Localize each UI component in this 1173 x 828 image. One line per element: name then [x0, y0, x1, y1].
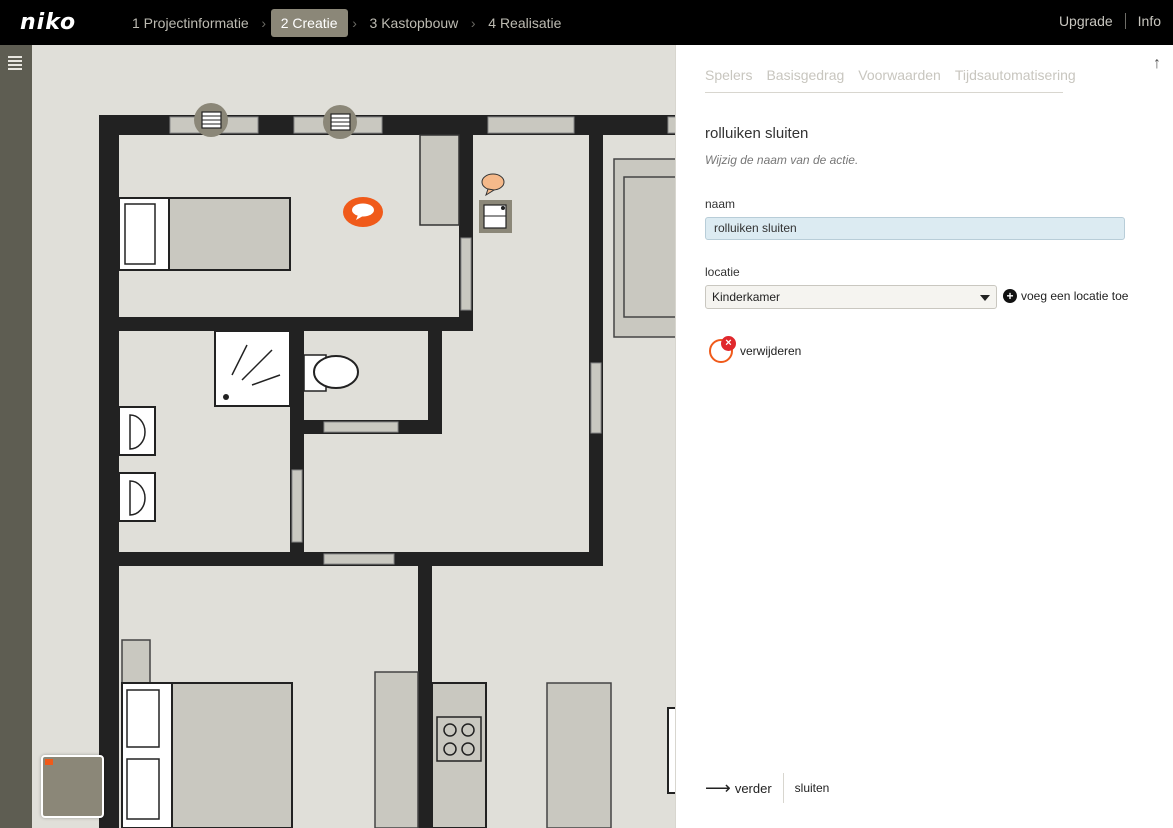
x-badge-icon[interactable]: × — [721, 336, 736, 351]
plus-circle-icon: + — [1003, 289, 1017, 303]
left-toolbar — [0, 45, 32, 828]
step-projectinformatie[interactable]: 1 Projectinformatie — [124, 9, 257, 37]
panel-title: rolluiken sluiten — [705, 125, 809, 142]
tab-spelers[interactable]: Spelers — [705, 67, 752, 83]
speech-bubble-icon[interactable] — [481, 173, 505, 197]
step-realisatie[interactable]: 4 Realisatie — [480, 9, 569, 37]
location-select-value: Kinderkamer — [712, 290, 781, 304]
location-select[interactable]: Kinderkamer — [705, 285, 997, 309]
tablet-icon[interactable] — [479, 200, 512, 233]
panel-tabs: Spelers Basisgedrag Voorwaarden Tijdsaut… — [705, 67, 1076, 93]
upgrade-link[interactable]: Upgrade — [1059, 13, 1113, 29]
chevron-right-icon: › — [470, 15, 476, 31]
location-label: locatie — [705, 265, 740, 279]
minimap-marker — [45, 759, 53, 765]
step-kastopbouw[interactable]: 3 Kastopbouw — [362, 9, 467, 37]
tab-voorwaarden[interactable]: Voorwaarden — [858, 67, 941, 83]
name-label: naam — [705, 197, 736, 211]
niko-logo[interactable]: niko — [20, 10, 76, 35]
shutter-icon[interactable] — [194, 103, 228, 137]
name-input[interactable]: rolluiken sluiten — [705, 217, 1125, 240]
arrow-up-icon[interactable]: ↑ — [1153, 55, 1161, 73]
top-links: Upgrade Info — [1059, 13, 1161, 29]
tab-basisgedrag[interactable]: Basisgedrag — [766, 67, 844, 83]
divider — [1124, 13, 1126, 29]
speech-bubble-icon[interactable] — [343, 197, 383, 227]
panel-footer: ⟶ verder sluiten — [705, 773, 829, 803]
caret-down-icon — [980, 295, 990, 301]
minimap-thumbnail[interactable] — [41, 755, 104, 818]
panel-subtitle: Wijzig de naam van de actie. — [705, 153, 859, 167]
top-bar: niko 1 Projectinformatie › 2 Creatie › 3… — [0, 0, 1173, 45]
hamburger-icon[interactable] — [8, 56, 22, 72]
shutter-icon[interactable] — [323, 105, 357, 139]
divider — [782, 773, 784, 803]
add-location-button[interactable]: + voeg een locatie toe — [1003, 289, 1128, 303]
step-creatie[interactable]: 2 Creatie — [270, 9, 348, 37]
next-button[interactable]: verder — [735, 781, 772, 796]
tab-tijdsautomatisering[interactable]: Tijdsautomatisering — [955, 67, 1076, 83]
wizard-steps: 1 Projectinformatie › 2 Creatie › 3 Kast… — [124, 9, 569, 37]
add-location-label: voeg een locatie toe — [1021, 289, 1129, 303]
info-link[interactable]: Info — [1138, 13, 1161, 29]
close-button[interactable]: sluiten — [795, 781, 830, 795]
floor-plan-canvas[interactable] — [32, 45, 675, 828]
floor-plan-drawing — [99, 103, 675, 828]
arrow-right-icon[interactable]: ⟶ — [705, 778, 731, 799]
chevron-right-icon: › — [352, 15, 357, 31]
chevron-right-icon: › — [261, 15, 267, 31]
delete-label: verwijderen — [740, 344, 802, 358]
action-panel: ↑ Spelers Basisgedrag Voorwaarden Tijdsa… — [675, 45, 1173, 828]
